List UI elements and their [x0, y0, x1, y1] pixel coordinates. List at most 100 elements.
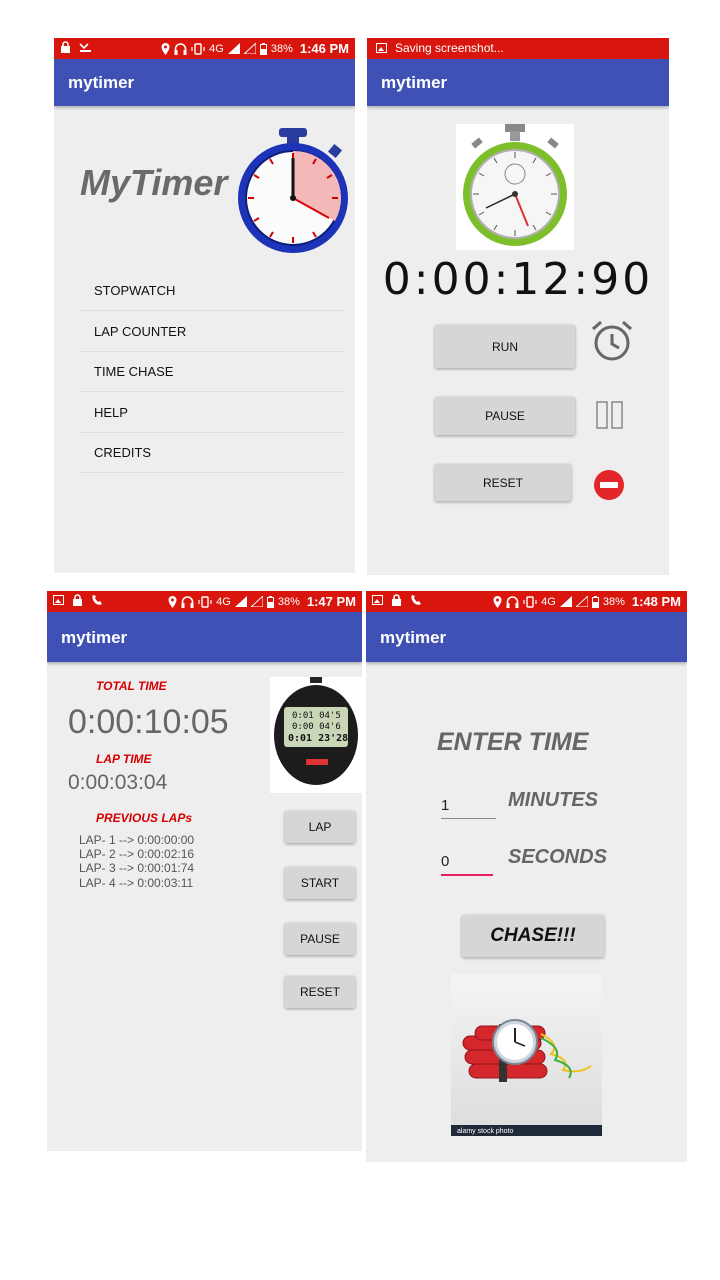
vibrate-icon	[523, 595, 537, 608]
network-type: 4G	[216, 595, 231, 608]
list-item-lap: LAP- 3 --> 0:00:01:74	[79, 861, 195, 875]
reset-button[interactable]: RESET	[435, 464, 571, 501]
stopwatch-logo-icon	[238, 128, 348, 253]
seconds-label: SECONDS	[508, 846, 607, 868]
reset-button[interactable]: RESET	[285, 976, 355, 1008]
app-title: mytimer	[380, 628, 447, 647]
lap-time-label: LAP TIME	[96, 752, 152, 766]
location-icon	[161, 42, 170, 55]
network-type: 4G	[209, 42, 224, 55]
minutes-label: MINUTES	[508, 789, 598, 811]
status-bar: 4G 38% 1:48 PM	[366, 591, 687, 612]
seconds-input-underline	[441, 874, 493, 876]
signal-icon	[559, 596, 572, 607]
status-bar: 4G 38% 1:46 PM	[54, 38, 355, 59]
menu-item-label: HELP	[94, 405, 128, 420]
battery-percent: 38%	[277, 595, 300, 608]
alarm-clock-icon[interactable]	[589, 320, 635, 362]
status-time: 1:46 PM	[299, 41, 349, 56]
app-bar: mytimer	[54, 59, 355, 106]
location-icon	[168, 595, 177, 608]
chase-button[interactable]: CHASE!!!	[462, 915, 604, 957]
app-title: mytimer	[61, 628, 128, 647]
screen-time-chase: 4G 38% 1:48 PM mytimer ENTER TIME 1 MINU…	[366, 591, 687, 1162]
signal-empty-icon	[243, 43, 256, 54]
timer-display: 0:00:12:90	[382, 254, 654, 305]
missed-call-icon	[79, 43, 91, 52]
pause-button[interactable]: PAUSE	[285, 923, 355, 955]
battery-percent: 38%	[270, 42, 293, 55]
battery-icon	[591, 595, 599, 608]
status-message: Saving screenshot...	[395, 41, 504, 55]
headphones-icon	[506, 595, 519, 608]
signal-icon	[234, 596, 247, 607]
list-item-lap: LAP- 2 --> 0:00:02:16	[79, 847, 195, 861]
digital-stopwatch-image: 0:01 04'5 0:00 04'6 0:01 23'28	[270, 677, 362, 793]
network-type: 4G	[541, 595, 556, 608]
app-title: mytimer	[381, 73, 448, 92]
stopwatch-lcd-line: 0:00 04'6	[292, 722, 341, 732]
pause-button[interactable]: PAUSE	[435, 397, 575, 435]
menu-item-label: LAP COUNTER	[94, 324, 187, 339]
app-bar: mytimer	[47, 612, 362, 662]
status-bar: 4G 38% 1:47 PM	[47, 591, 362, 612]
app-title: mytimer	[68, 73, 135, 92]
vibrate-icon	[198, 595, 212, 608]
status-bar: Saving screenshot...	[367, 38, 669, 59]
lock-icon	[73, 594, 82, 606]
enter-time-label: ENTER TIME	[437, 728, 589, 756]
menu-item-stopwatch[interactable]: STOPWATCH	[80, 270, 344, 311]
call-icon	[411, 595, 421, 605]
battery-percent: 38%	[602, 595, 625, 608]
stopwatch-image-icon	[456, 124, 574, 250]
lap-time-value: 0:00:03:04	[68, 771, 168, 794]
total-time-value: 0:00:10:05	[68, 703, 229, 741]
lock-icon	[61, 41, 70, 53]
menu-item-help[interactable]: HELP	[80, 392, 344, 433]
previous-laps-label: PREVIOUS LAPs	[96, 811, 193, 825]
logo-text: MyTimer	[80, 162, 228, 203]
pause-icon[interactable]	[595, 400, 625, 430]
battery-icon	[266, 595, 274, 608]
time-bomb-image: alamy stock photo	[451, 974, 602, 1136]
headphones-icon	[181, 595, 194, 608]
vibrate-icon	[191, 42, 205, 55]
signal-icon	[227, 43, 240, 54]
minutes-input-underline	[441, 818, 496, 819]
menu-item-lap-counter[interactable]: LAP COUNTER	[80, 311, 344, 352]
stopwatch-lcd-line: 0:01 23'28	[288, 733, 349, 744]
stopwatch-lcd-line: 0:01 04'5	[292, 711, 341, 721]
screen-stopwatch: Saving screenshot... mytimer 0:00:12:90 …	[367, 38, 669, 575]
call-icon	[92, 595, 102, 605]
screen-lap-counter: 4G 38% 1:47 PM mytimer TOTAL TIME 0:00:1…	[47, 591, 362, 1151]
app-bar: mytimer	[367, 59, 669, 106]
minutes-input[interactable]: 1	[441, 797, 496, 814]
lock-icon	[392, 594, 401, 606]
lap-button[interactable]: LAP	[285, 811, 355, 843]
start-button[interactable]: START	[285, 867, 355, 899]
menu-item-label: CREDITS	[94, 445, 152, 460]
headphones-icon	[174, 42, 187, 55]
run-button[interactable]: RUN	[435, 325, 575, 368]
stop-icon[interactable]	[593, 469, 625, 501]
list-item-lap: LAP- 4 --> 0:00:03:11	[79, 876, 194, 890]
menu-item-credits[interactable]: CREDITS	[80, 432, 344, 473]
time-bomb-icon	[462, 1019, 592, 1082]
menu-item-label: STOPWATCH	[94, 283, 176, 298]
total-time-label: TOTAL TIME	[96, 679, 167, 693]
battery-icon	[259, 42, 267, 55]
image-icon	[53, 595, 64, 605]
menu-item-label: TIME CHASE	[94, 364, 174, 379]
image-caption: alamy stock photo	[457, 1128, 514, 1135]
location-icon	[493, 595, 502, 608]
screenshot-icon	[376, 43, 387, 53]
image-icon	[372, 595, 383, 605]
signal-empty-icon	[575, 596, 588, 607]
status-time: 1:47 PM	[306, 594, 356, 609]
seconds-input[interactable]: 0	[441, 853, 493, 870]
menu-item-time-chase[interactable]: TIME CHASE	[80, 351, 344, 392]
app-bar: mytimer	[366, 612, 687, 662]
list-item-lap: LAP- 1 --> 0:00:00:00	[79, 833, 195, 847]
screen-main-menu: 4G 38% 1:46 PM mytimer MyTimer STOPWATCH	[54, 38, 355, 573]
signal-empty-icon	[250, 596, 263, 607]
